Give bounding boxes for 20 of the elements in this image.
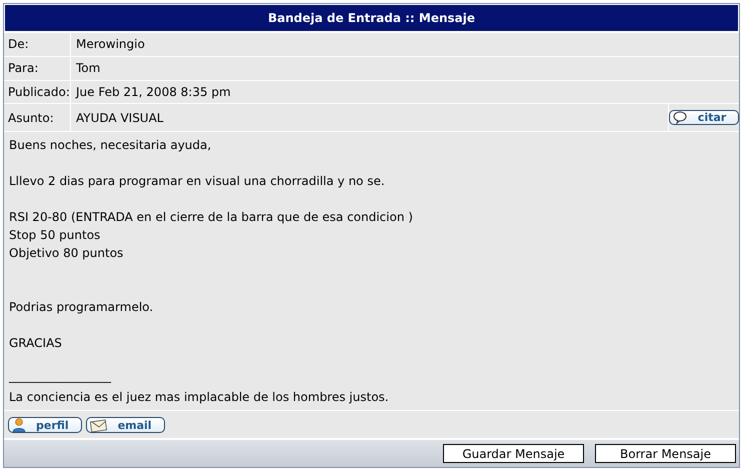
speech-bubble-icon xyxy=(672,111,688,124)
signature: La conciencia es el juez mas implacable de los hombres justos. xyxy=(9,390,389,404)
profile-button[interactable]: perfil xyxy=(8,417,82,434)
save-message-button[interactable]: Guardar Mensaje xyxy=(443,444,584,464)
field-label: Asunto: xyxy=(8,110,54,125)
quote-button[interactable]: citar xyxy=(668,110,740,126)
field-label: De: xyxy=(8,37,29,52)
person-icon xyxy=(12,418,26,433)
field-label: Publicado: xyxy=(8,85,70,100)
field-label: Para: xyxy=(8,61,38,76)
field-value: Jue Feb 21, 2008 8:35 pm xyxy=(76,85,231,100)
field-value: Merowingio xyxy=(76,37,145,52)
delete-message-button[interactable]: Borrar Mensaje xyxy=(595,444,736,464)
window-title: Bandeja de Entrada :: Mensaje xyxy=(5,5,738,31)
field-value: AYUDA VISUAL xyxy=(76,110,164,125)
envelope-icon xyxy=(90,418,108,432)
email-button[interactable]: email xyxy=(86,417,165,434)
signature-rule: _________________ xyxy=(9,370,111,382)
message-body: Buens noches, necesitaria ayuda, Lllevo 2 dias para programar en visual una chorradilla y no se. RSI 20-80 (ENTRADA en el cierre de la barra que de esa condicion ) Stop 50 puntos Objetivo 80 puntos Podrias programarmelo. GRACIAS xyxy=(9,137,414,352)
field-value: Tom xyxy=(76,61,100,76)
